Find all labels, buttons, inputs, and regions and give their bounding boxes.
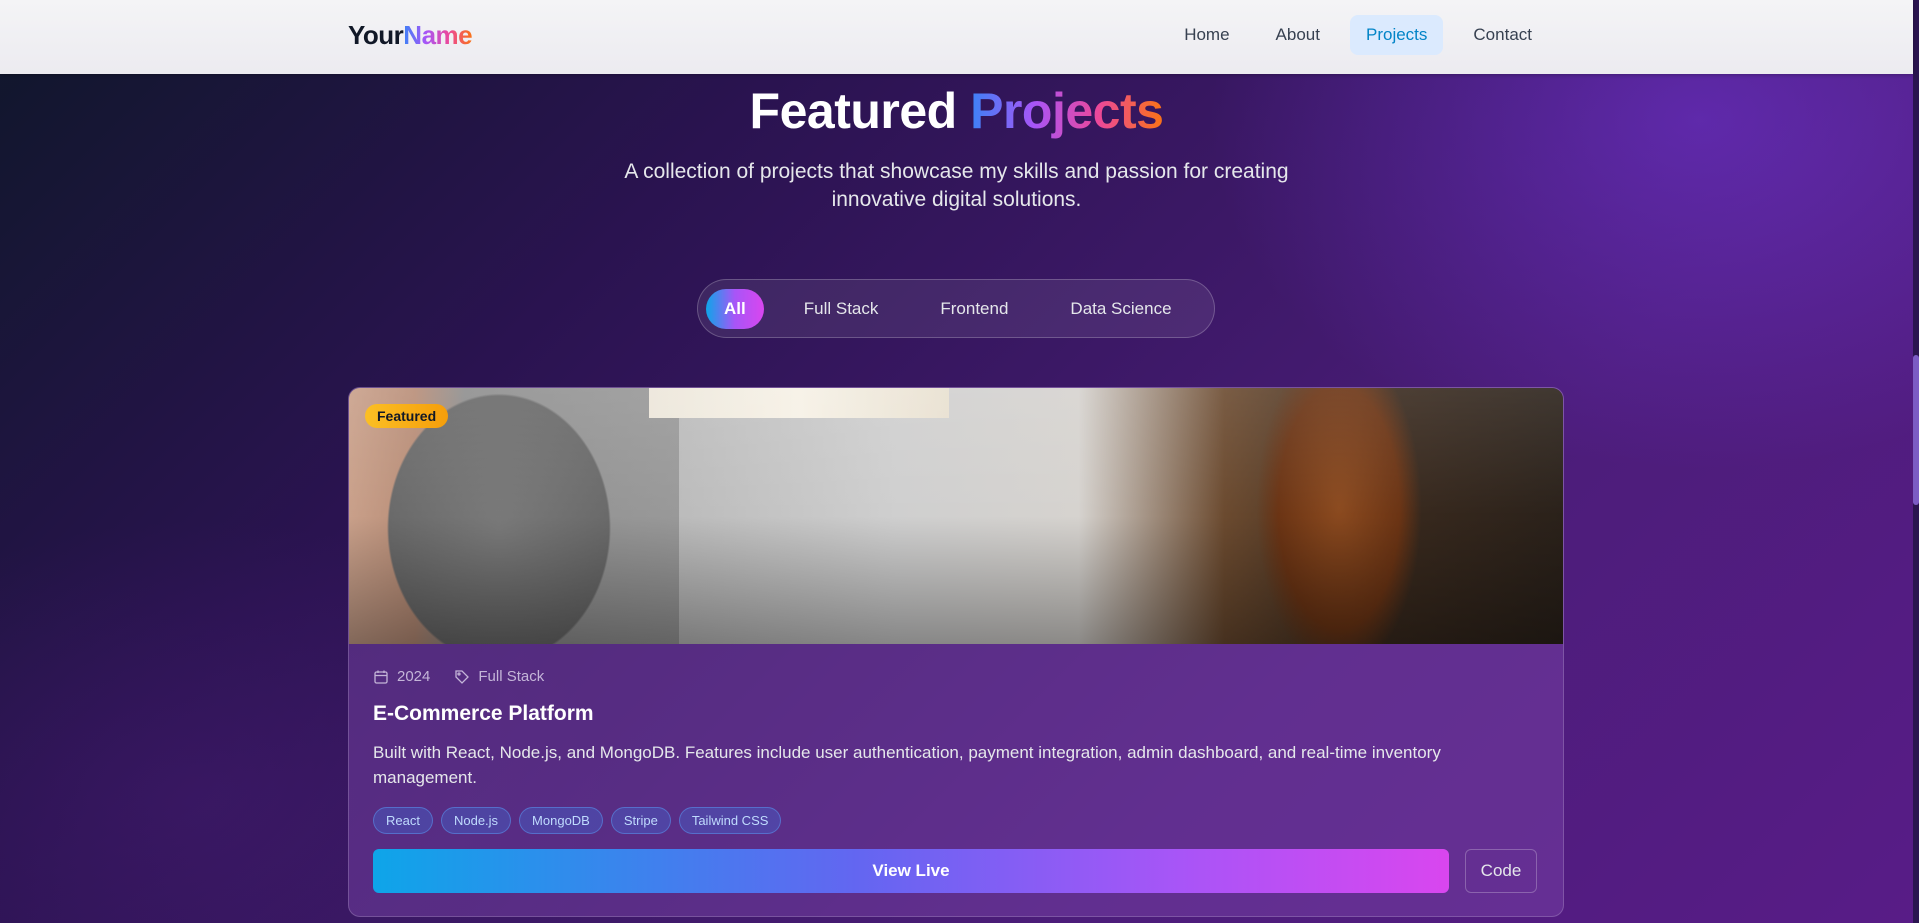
scrollbar-thumb[interactable] (1913, 355, 1919, 505)
code-button[interactable]: Code (1465, 849, 1537, 893)
project-meta: 2024 Full Stack (373, 668, 544, 685)
nav-links: Home About Projects Contact (1168, 15, 1548, 55)
project-category-text: Full Stack (478, 668, 545, 685)
tech-tag: React (373, 807, 433, 834)
project-description: Built with React, Node.js, and MongoDB. … (373, 743, 1441, 787)
filter-full-stack[interactable]: Full Stack (782, 289, 901, 329)
category-filter-bar: All Full Stack Frontend Data Science (697, 279, 1215, 338)
page-title: Featured Projects (0, 82, 1913, 140)
filter-data-science[interactable]: Data Science (1048, 289, 1193, 329)
project-card[interactable]: Featured 2024 Full Stack E-Commerce Plat… (348, 387, 1564, 917)
tech-tags: React Node.js MongoDB Stripe Tailwind CS… (373, 807, 782, 834)
tech-tag: Tailwind CSS (678, 807, 782, 834)
filter-all[interactable]: All (706, 288, 764, 329)
tech-tag: Node.js (440, 807, 512, 834)
project-image: Featured (349, 388, 1563, 644)
filter-frontend[interactable]: Frontend (918, 289, 1030, 329)
project-year-text: 2024 (397, 668, 431, 685)
view-live-button[interactable]: View Live (373, 849, 1449, 893)
image-shade (349, 388, 1563, 644)
title-projects: Projects (970, 83, 1164, 139)
site-logo[interactable]: YourName (348, 20, 473, 51)
nav-link-about[interactable]: About (1260, 15, 1336, 55)
top-navbar: YourName Home About Projects Contact (0, 0, 1913, 74)
nav-link-contact[interactable]: Contact (1457, 15, 1548, 55)
logo-text-name: Name (403, 20, 473, 50)
nav-link-projects[interactable]: Projects (1349, 15, 1444, 55)
nav-link-home[interactable]: Home (1168, 15, 1245, 55)
project-title: E-Commerce Platform (373, 702, 594, 725)
logo-text-your: Your (348, 20, 404, 50)
title-featured: Featured (749, 83, 958, 139)
page-subtitle: A collection of projects that showcase m… (624, 160, 1289, 211)
calendar-icon (374, 670, 388, 684)
tech-tag: MongoDB (519, 807, 603, 834)
project-year: 2024 (373, 668, 430, 685)
tag-icon (455, 669, 470, 684)
tech-tag: Stripe (610, 807, 671, 834)
featured-badge: Featured (365, 404, 449, 428)
project-category: Full Stack (454, 668, 544, 685)
scrollbar-track[interactable] (1913, 0, 1919, 923)
